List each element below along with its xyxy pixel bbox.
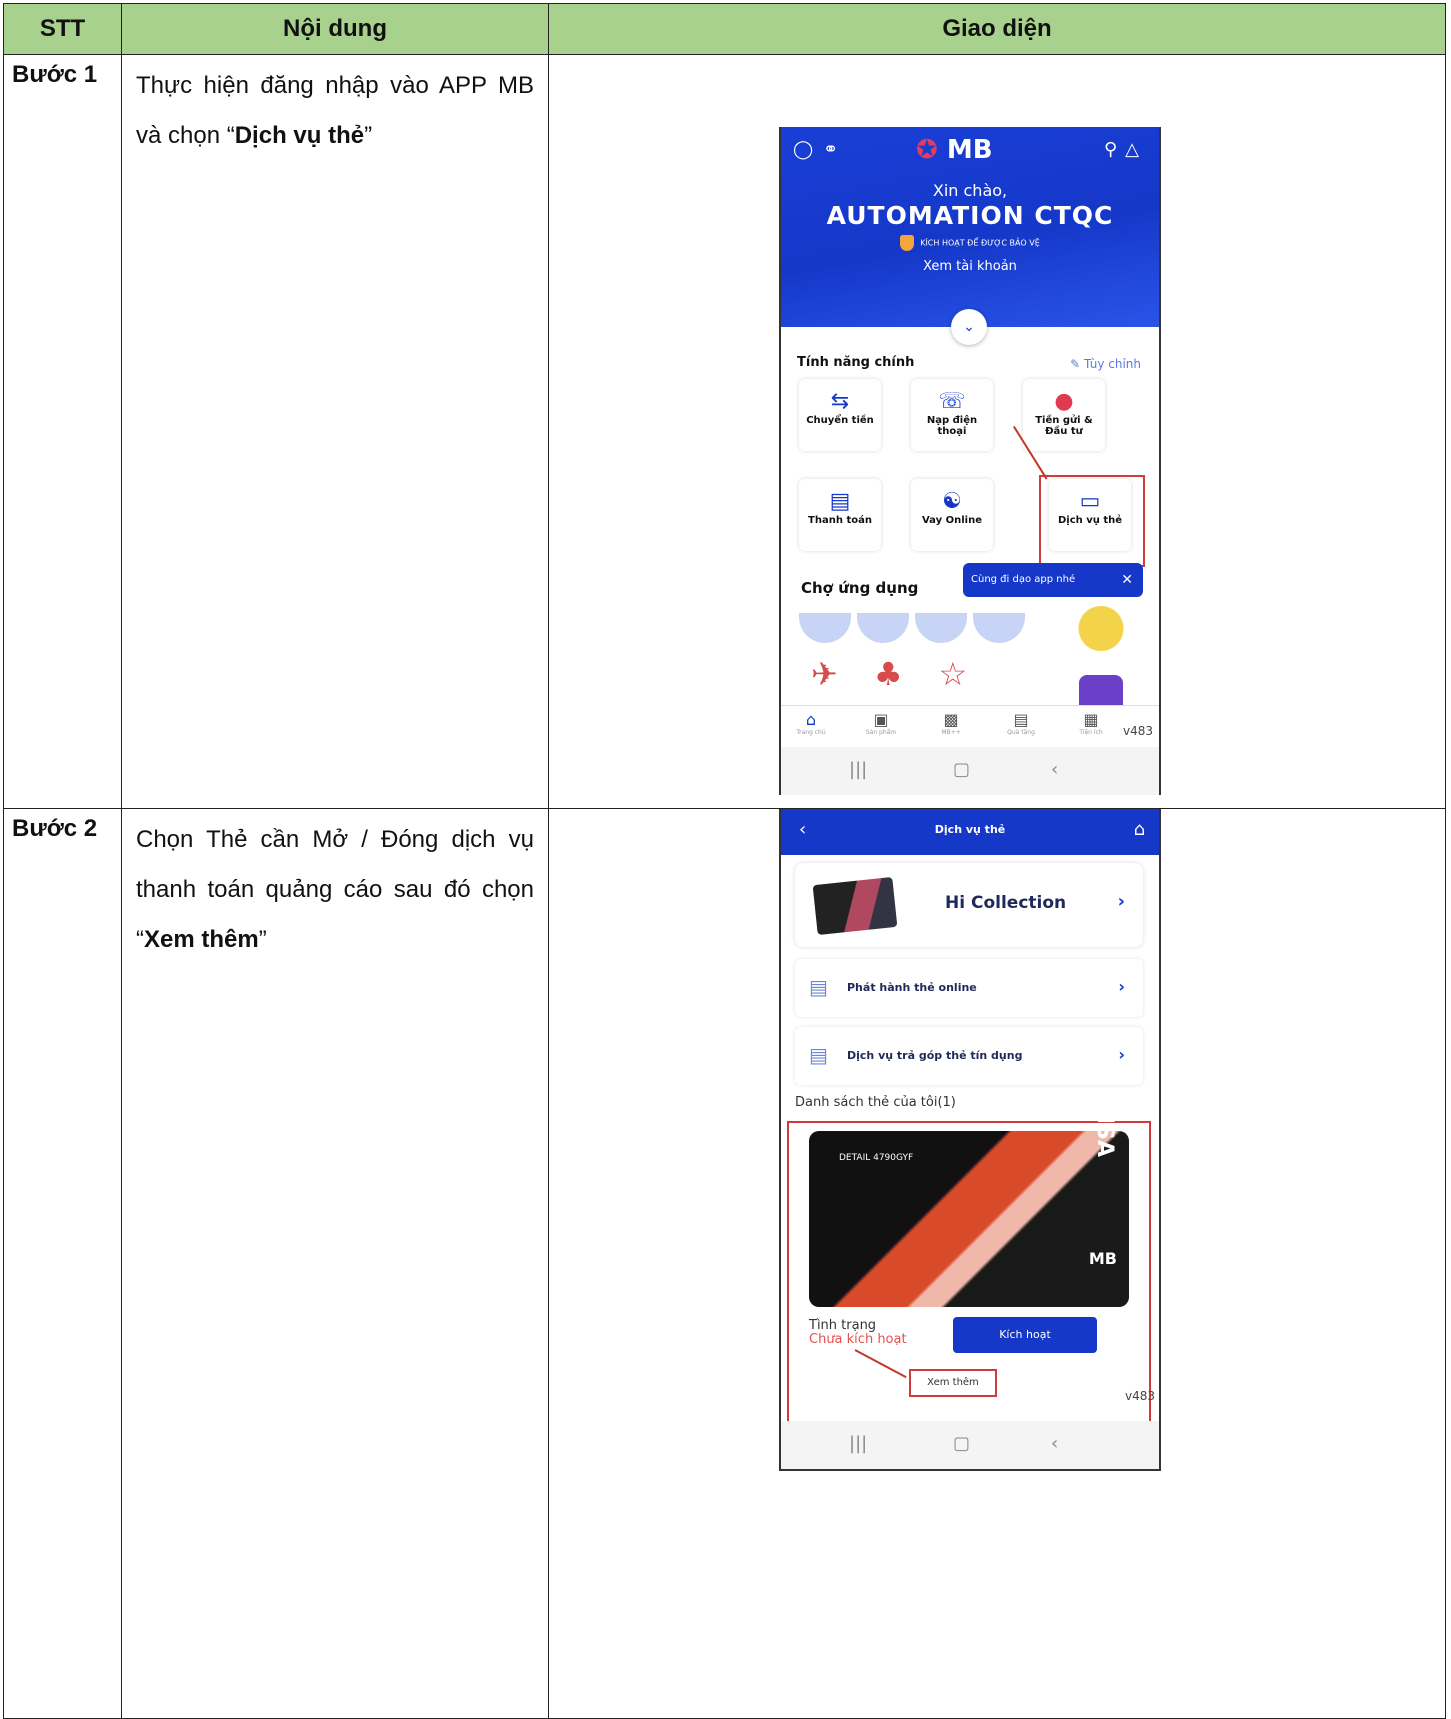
app-market-title: Chợ ứng dụng (801, 579, 919, 597)
search-bell-icons: ⚲△ (1103, 139, 1147, 160)
tile-payment: ▤ Thanh toán (799, 479, 881, 551)
recents-icon: ||| (849, 1433, 868, 1454)
ui-screenshot-cell: ‹ Dịch vụ thẻ ⌂ Hi Collection › ▤ Phát hà… (548, 808, 1446, 1719)
activate-button: Kích hoạt (953, 1317, 1097, 1353)
close-icon: ✕ (1121, 572, 1133, 588)
main-features-title: Tính năng chính (797, 355, 915, 370)
chevron-right-icon: › (1118, 1045, 1125, 1064)
recents-icon: ||| (849, 759, 868, 780)
mb-logo: ✪ MB (916, 135, 993, 165)
tour-tooltip: Cùng đi dạo app nhé ✕ (963, 563, 1143, 597)
instruction-table: STT Nội dung Giao diện Bước 1 Thực hiện … (3, 3, 1446, 1719)
home-icon: ⌂ (1133, 819, 1145, 840)
version-label: v483 (1124, 1389, 1155, 1403)
protect-banner: KÍCH HOẠT ĐỂ ĐƯỢC BẢO VỆ (781, 235, 1159, 251)
loan-icon: ☯ (942, 489, 962, 514)
card-stack-icon: ▤ (809, 1043, 828, 1067)
nav-utilities: ▦ Tiện ích (1079, 710, 1103, 736)
bill-icon: ▤ (829, 489, 851, 514)
highlight-card-service (1039, 475, 1145, 567)
nav-gifts: ▤ Quà tặng (1007, 710, 1035, 736)
nav-products: ▣ Sản phẩm (865, 710, 897, 736)
market-awning (799, 613, 1099, 653)
greeting: Xin chào, (932, 181, 1008, 200)
card-service-appbar: ‹ Dịch vụ thẻ ⌂ (781, 809, 1159, 855)
tile-savings: ● Tiền gửi & Đầu tư (1023, 379, 1105, 451)
android-nav-bar: ||| ▢ ‹ (781, 1421, 1159, 1469)
android-nav-bar: ||| ▢ ‹ (781, 747, 1159, 795)
step-label: Bước 1 (3, 54, 122, 809)
card-bank: MB (1088, 1249, 1117, 1268)
header-ui: Giao diện (548, 3, 1446, 55)
step-content: Thực hiện đăng nhập vào APP MB và chọn “… (121, 54, 549, 809)
transfer-icon: ⇆ (830, 389, 850, 414)
collection-label: Hi Collection (945, 893, 1067, 913)
my-cards-title: Danh sách thẻ của tôi(1) (795, 1095, 956, 1110)
tile-topup: ☏ Nạp điện thoại (911, 379, 993, 451)
chevron-down-icon: ⌄ (951, 309, 987, 345)
bee-mascot (1073, 597, 1129, 687)
chevron-right-icon: › (1118, 977, 1125, 996)
card-brand: VISA (1092, 1098, 1117, 1157)
nav-mbplus: ▩ MB++ (941, 710, 961, 736)
hi-collection-banner: Hi Collection › (795, 863, 1143, 947)
step-highlight: Xem thêm (144, 926, 259, 953)
card-stack-icon: ▤ (809, 975, 828, 999)
profile-support-icons: ◯⚭ (793, 139, 849, 160)
appbar-title: Dịch vụ thẻ (934, 823, 1006, 836)
card-collage-image (812, 876, 898, 936)
ui-screenshot-cell: ◯⚭ ✪ MB ⚲△ Xin chào, AUTOMATION CTQC KÍC… (548, 54, 1446, 809)
table-header-row: STT Nội dung Giao diện (3, 3, 1446, 55)
tile-loan: ☯ Vay Online (911, 479, 993, 551)
customize-link: ✎ Tùy chỉnh (1070, 357, 1141, 371)
shield-icon (900, 235, 915, 251)
row-issue-card: ▤ Phát hành thẻ online › (795, 959, 1143, 1017)
view-more-button: Xem thêm (909, 1369, 997, 1397)
home-icon: ▢ (953, 759, 971, 780)
visa-card: DETAIL 4790GYF VISA MB (809, 1099, 1129, 1307)
home-header: ◯⚭ ✪ MB ⚲△ Xin chào, AUTOMATION CTQC KÍC… (781, 127, 1159, 327)
bottom-nav: ⌂ Trang chủ ▣ Sản phẩm ▩ MB++ ▤ Quà tặng ▦ Ti… (781, 705, 1159, 748)
phone-screenshot-card-service: ‹ Dịch vụ thẻ ⌂ Hi Collection › ▤ Phát hà… (779, 809, 1161, 1471)
savings-icon: ● (1054, 389, 1074, 414)
table-row: Bước 1 Thực hiện đăng nhập vào APP MB và… (3, 54, 1446, 809)
view-account-link: Xem tài khoản (923, 259, 1017, 274)
card-status: Tình trạng Chưa kích hoạt (809, 1318, 907, 1347)
step-content: Chọn Thẻ cần Mở / Đóng dịch vụ thanh toá… (121, 808, 549, 1719)
back-icon: ‹ (1051, 759, 1059, 780)
row-installment: ▤ Dịch vụ trả góp thẻ tín dụng › (795, 1027, 1143, 1085)
chevron-right-icon: › (1117, 891, 1125, 912)
phone-screenshot-home: ◯⚭ ✪ MB ⚲△ Xin chào, AUTOMATION CTQC KÍC… (779, 127, 1161, 795)
tile-transfer: ⇆ Chuyển tiền (799, 379, 881, 451)
table-row: Bước 2 Chọn Thẻ cần Mở / Đóng dịch vụ th… (3, 808, 1446, 1719)
home-icon: ▢ (953, 1433, 971, 1454)
user-name: AUTOMATION CTQC (826, 201, 1114, 230)
mascot-body (1079, 675, 1123, 705)
nav-home: ⌂ Trang chủ (796, 710, 826, 736)
header-content: Nội dung (121, 3, 549, 55)
version-label: v483 (1122, 724, 1153, 738)
card-number: DETAIL 4790GYF (839, 1153, 914, 1163)
header-stt: STT (3, 3, 122, 55)
step-highlight: Dịch vụ thẻ (234, 122, 365, 149)
phone-icon: ☏ (938, 389, 966, 414)
back-icon: ‹ (1051, 1433, 1059, 1454)
step-label: Bước 2 (3, 808, 122, 1719)
